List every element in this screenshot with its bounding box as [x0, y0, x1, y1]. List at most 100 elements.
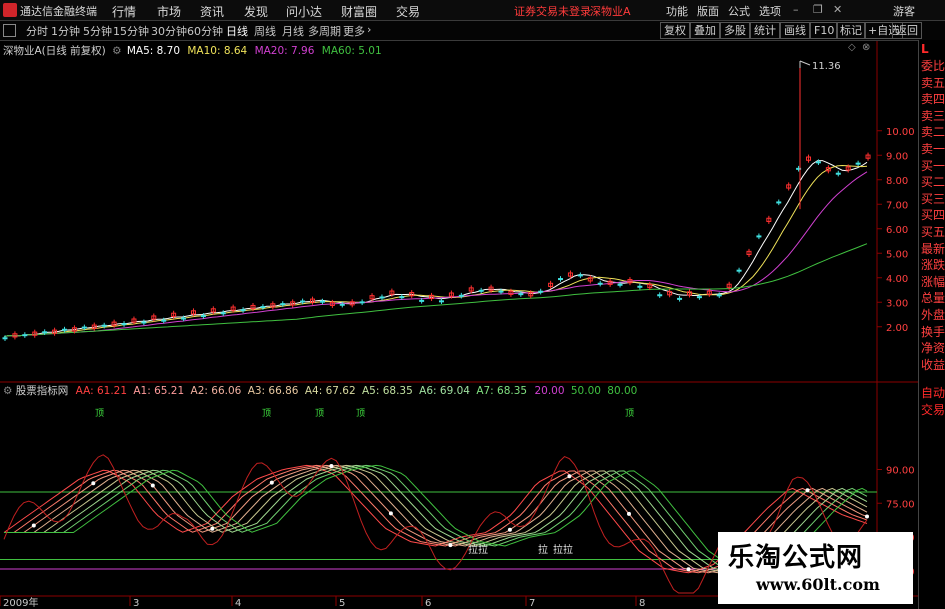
candle-body: [558, 278, 564, 281]
legend-settings-icon[interactable]: ⚙: [112, 45, 121, 57]
period-more[interactable]: 更多: [343, 23, 365, 39]
period-60min[interactable]: 60分钟: [187, 23, 223, 39]
app-title: 通达信金融终端: [20, 5, 97, 18]
indicator-dot: [805, 488, 810, 493]
menu-item-options[interactable]: 选项: [759, 3, 781, 19]
side-panel-item[interactable]: 买三: [921, 191, 945, 207]
candle-body: [716, 294, 722, 297]
side-panel-item[interactable]: 最新: [921, 241, 945, 257]
tool-draw[interactable]: 画线: [780, 22, 810, 39]
tool-back[interactable]: 返回: [892, 22, 922, 39]
close-icon[interactable]: ✕: [833, 3, 842, 16]
candle-body: [736, 269, 742, 272]
menu-item-ask[interactable]: 问小达: [286, 3, 322, 20]
candle-body: [617, 283, 623, 286]
price-tick: 7.00: [886, 200, 908, 211]
period-intraday[interactable]: 分时: [26, 23, 48, 39]
more-chevron-icon[interactable]: ›: [367, 23, 371, 36]
side-panel-item[interactable]: 买二: [921, 174, 945, 190]
price-tick: 8.00: [886, 176, 908, 187]
menu-item-trade[interactable]: 交易: [396, 3, 420, 20]
tool-stats[interactable]: 统计: [750, 22, 780, 39]
guest-label[interactable]: 游客: [893, 3, 915, 19]
candle-body: [498, 290, 504, 293]
menu-item-layout[interactable]: 版面: [697, 3, 719, 19]
tool-adjust[interactable]: 复权: [660, 22, 690, 39]
candle-body: [260, 306, 266, 309]
candle-body: [22, 334, 28, 337]
candle-body: [62, 328, 68, 331]
candle-body: [577, 274, 583, 277]
menu-item-market[interactable]: 市场: [157, 3, 181, 20]
period-5min[interactable]: 5分钟: [83, 23, 112, 39]
period-multi[interactable]: 多周期: [308, 23, 341, 39]
price-tick: 4.00: [886, 274, 908, 285]
period-weekly[interactable]: 周线: [254, 23, 276, 39]
minimize-icon[interactable]: –: [793, 3, 799, 16]
period-1min[interactable]: 1分钟: [51, 23, 80, 39]
candle-body: [121, 323, 127, 326]
tool-f10[interactable]: F10: [810, 22, 839, 39]
side-panel-item[interactable]: 外盘: [921, 307, 945, 323]
indicator-legend: ⚙ 股票指标网 AA: 61.21 A1: 65.21 A2: 66.06 A3…: [3, 383, 637, 398]
ma10-label: MA10: 8.64: [187, 45, 248, 57]
stock-tag[interactable]: 深物业A: [590, 3, 631, 19]
side-panel-item[interactable]: 卖三: [921, 108, 945, 124]
side-panel-item[interactable]: 涨跌: [921, 257, 945, 273]
side-panel-item[interactable]: 换手: [921, 324, 945, 340]
side-panel-item[interactable]: 委比: [921, 58, 945, 74]
panel-L-label[interactable]: L: [921, 41, 945, 57]
level-20: 20.00: [534, 385, 565, 397]
period-monthly[interactable]: 月线: [282, 23, 304, 39]
quote-side-panel: L 委比 卖五 卖四 卖三 卖二 卖一 买一 买二 买三 买四 买五 最新 涨跌 涨幅 总量 外盘 换手 净资 收益…: [918, 40, 945, 609]
sidebar-toggle-icon[interactable]: [3, 24, 16, 37]
menu-item-formula[interactable]: 公式: [728, 3, 750, 19]
tool-overlay[interactable]: 叠加: [690, 22, 720, 39]
candle-body: [161, 319, 167, 322]
indicator-a6: A6: 69.04: [419, 385, 470, 397]
period-daily[interactable]: 日线: [226, 23, 248, 39]
panel-close-icon[interactable]: ⊗: [862, 42, 870, 53]
watermark-url: www.60lt.com: [756, 575, 880, 594]
candle-body: [855, 162, 861, 165]
indicator-dot: [329, 464, 334, 468]
menu-item-discover[interactable]: 发现: [244, 3, 268, 20]
candle-body: [81, 326, 87, 329]
panel-expand-icon[interactable]: ◇: [848, 42, 856, 53]
side-panel-item[interactable]: 卖五: [921, 75, 945, 91]
side-panel-item[interactable]: 买五: [921, 224, 945, 240]
side-panel-item[interactable]: 卖四: [921, 91, 945, 107]
side-panel-item[interactable]: 买四: [921, 207, 945, 223]
side-panel-item[interactable]: 买一: [921, 158, 945, 174]
menu-item-function[interactable]: 功能: [666, 3, 688, 19]
candle-body: [181, 317, 187, 320]
side-panel-item[interactable]: 卖一: [921, 141, 945, 157]
side-panel-item[interactable]: 总量: [921, 290, 945, 306]
period-15min[interactable]: 15分钟: [113, 23, 149, 39]
time-tick: 2009年: [3, 596, 38, 609]
ma10-line: [3, 164, 868, 338]
candle-body: [518, 293, 524, 296]
period-30min[interactable]: 30分钟: [151, 23, 187, 39]
side-panel-item[interactable]: 卖二: [921, 124, 945, 140]
tool-mark[interactable]: 标记: [836, 22, 866, 39]
side-panel-item[interactable]: 收益: [921, 357, 945, 373]
time-tick: 3: [133, 598, 139, 609]
candle-body: [101, 324, 107, 327]
menu-item-wealth[interactable]: 财富圈: [341, 3, 377, 20]
level-50: 50.00: [570, 385, 601, 397]
login-notice[interactable]: 证券交易未登录: [514, 3, 591, 19]
indicator-dot: [210, 526, 215, 531]
indicator-settings-icon[interactable]: ⚙: [3, 385, 12, 397]
auto-label[interactable]: 自动: [921, 385, 945, 401]
menu-item-quotes[interactable]: 行情: [112, 3, 136, 20]
level-80: 80.00: [607, 385, 638, 397]
menu-item-news[interactable]: 资讯: [200, 3, 224, 20]
side-panel-item[interactable]: 涨幅: [921, 274, 945, 290]
trade-label[interactable]: 交易: [921, 402, 945, 418]
tool-multistock[interactable]: 多股: [720, 22, 750, 39]
side-panel-item[interactable]: 净资: [921, 340, 945, 356]
annotation-2: 拉: [538, 545, 548, 556]
restore-icon[interactable]: ❐: [813, 3, 823, 16]
chart-canvas[interactable]: 10.00 9.00 8.00 7.00 6.00 5.00 4.00 3.00 2.00 顶 顶…: [0, 41, 918, 609]
